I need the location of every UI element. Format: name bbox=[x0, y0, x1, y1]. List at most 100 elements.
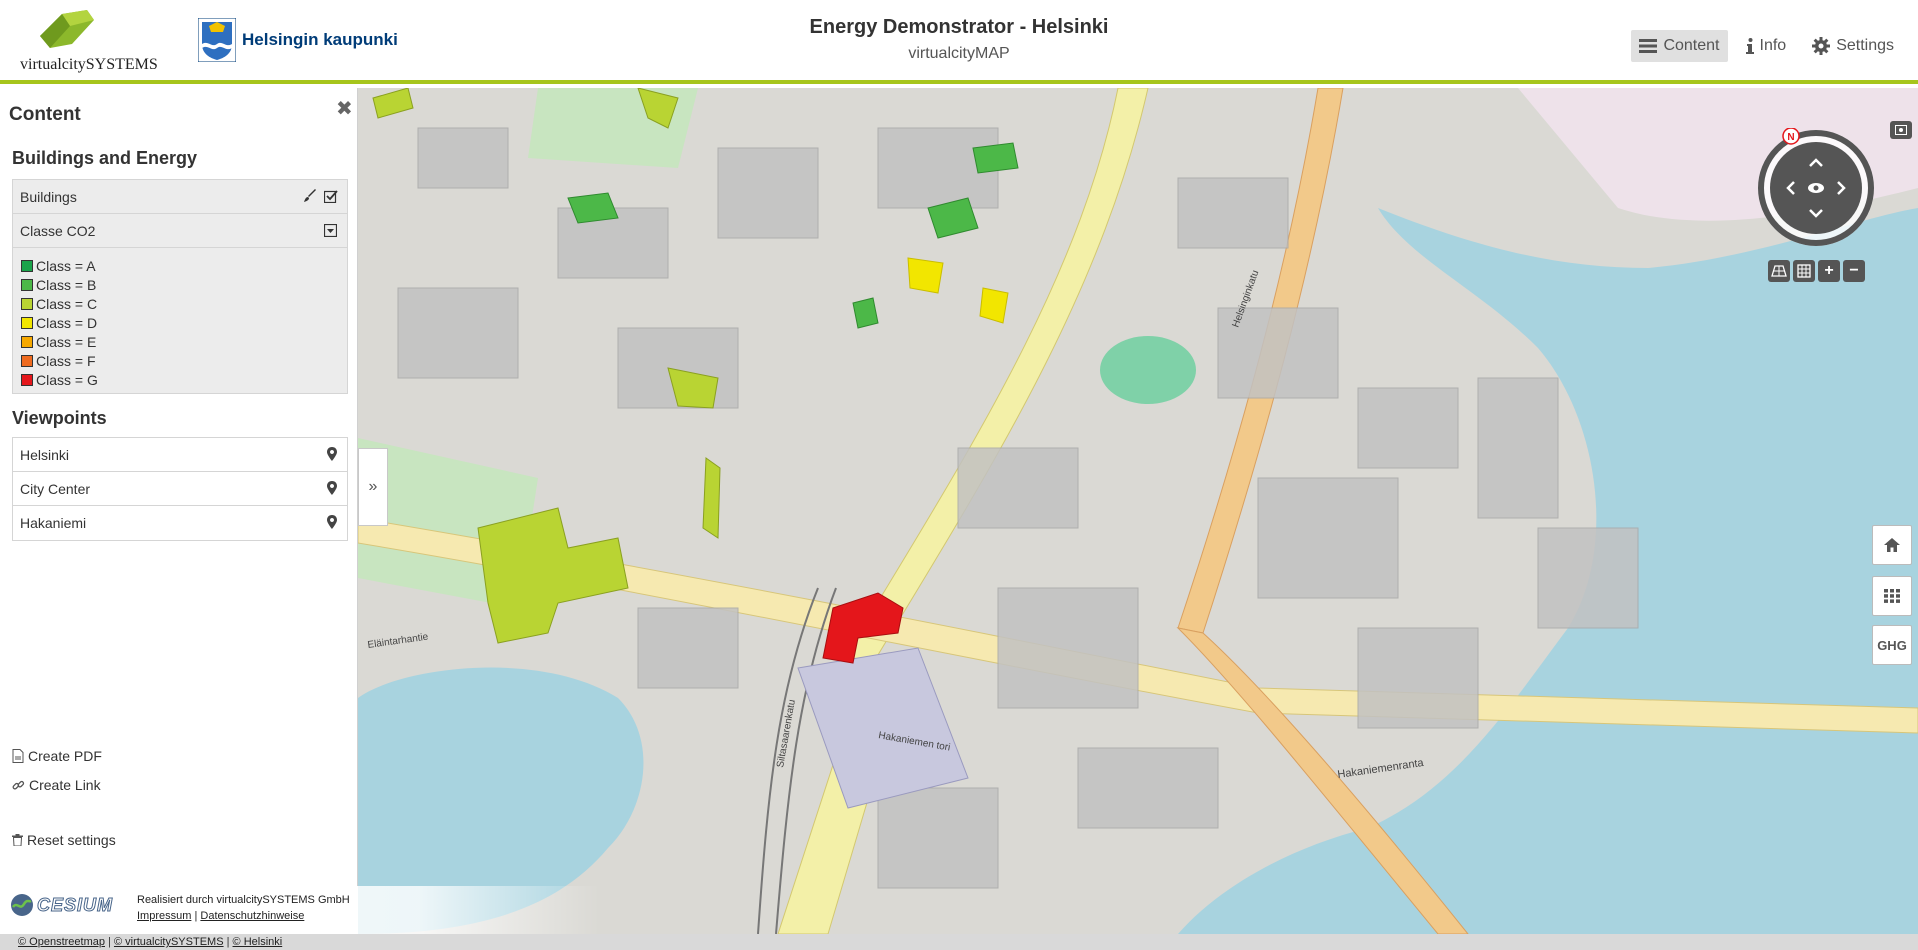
viewpoints-section-heading: Viewpoints bbox=[12, 408, 107, 428]
logo-text: virtualcitySYSTEMS bbox=[20, 56, 158, 73]
legend-item: Class = B bbox=[21, 275, 347, 294]
brush-icon[interactable] bbox=[303, 189, 317, 203]
viewpoint-label: Hakaniemi bbox=[20, 515, 87, 531]
legend-label: Class = E bbox=[36, 333, 97, 350]
perspective-toggle-button[interactable] bbox=[1768, 260, 1790, 282]
virtualcitysystems-attribution[interactable]: © virtualcitySYSTEMS bbox=[114, 936, 224, 948]
legend-item: Class = G bbox=[21, 370, 347, 389]
map-pin-icon bbox=[327, 515, 337, 529]
trash-icon bbox=[12, 834, 23, 846]
reset-settings-label: Reset settings bbox=[27, 832, 116, 848]
link-icon bbox=[12, 780, 25, 790]
legend-label: Class = B bbox=[36, 276, 97, 293]
legend-label: Class = C bbox=[36, 295, 98, 312]
reset-settings-button[interactable]: Reset settings bbox=[12, 832, 116, 848]
helsinki-attribution[interactable]: © Helsinki bbox=[233, 936, 283, 948]
legend-swatch bbox=[21, 354, 33, 367]
zoom-in-button[interactable]: + bbox=[1818, 260, 1840, 282]
legend-swatch bbox=[21, 297, 33, 310]
helsinki-logo: Helsingin kaupunki bbox=[198, 17, 398, 63]
grid-icon bbox=[1797, 264, 1811, 278]
style-selector-row[interactable]: Classe CO2 bbox=[13, 214, 347, 248]
attribution-bar: © Openstreetmap | © virtualcitySYSTEMS |… bbox=[0, 934, 1918, 950]
map-3d-view[interactable]: Hakaniemen tori Siltasaarenkatu Hakaniem… bbox=[358, 88, 1918, 934]
create-link-label: Create Link bbox=[29, 777, 101, 793]
credit-line: Realisiert durch virtualcitySYSTEMS GmbH bbox=[137, 894, 350, 906]
overview-toggle-button[interactable] bbox=[1890, 121, 1912, 139]
buildings-layer-box: Buildings Classe CO2 Class = A Class = BC… bbox=[12, 179, 348, 394]
map-pin-icon bbox=[327, 447, 337, 461]
buildings-layer-row[interactable]: Buildings bbox=[13, 180, 347, 214]
info-button[interactable]: Info bbox=[1738, 30, 1795, 62]
viewpoint-item[interactable]: Helsinki bbox=[13, 438, 347, 472]
create-pdf-label: Create PDF bbox=[28, 748, 102, 764]
viewpoint-label: City Center bbox=[20, 480, 91, 497]
openstreetmap-attribution[interactable]: © Openstreetmap bbox=[18, 936, 105, 948]
viewpoint-item[interactable]: City Center bbox=[13, 472, 347, 506]
content-panel: Content ✖ Buildings and Energy Buildings… bbox=[0, 88, 358, 886]
gear-icon bbox=[1812, 37, 1831, 55]
info-button-label: Info bbox=[1759, 37, 1787, 54]
legend-item: Class = F bbox=[21, 351, 347, 370]
legend-item: Class = C bbox=[21, 294, 347, 313]
minimap-icon bbox=[1895, 125, 1907, 135]
list-icon bbox=[1639, 39, 1658, 53]
content-button[interactable]: Content bbox=[1631, 30, 1728, 62]
layer-grid-button[interactable] bbox=[1872, 576, 1912, 616]
legend-swatch bbox=[21, 259, 33, 272]
legend-item: Class = E bbox=[21, 332, 347, 351]
buildings-section-heading: Buildings and Energy bbox=[12, 148, 198, 168]
panel-title: Content bbox=[9, 104, 81, 125]
grid-menu-icon bbox=[1884, 589, 1900, 603]
checkbox-checked-icon[interactable] bbox=[324, 189, 338, 203]
viewpoints-list: Helsinki City Center Hakaniemi bbox=[12, 437, 348, 541]
create-pdf-button[interactable]: Create PDF bbox=[12, 748, 102, 764]
legend-label: Class = G bbox=[36, 371, 98, 388]
content-button-label: Content bbox=[1663, 37, 1720, 54]
co2-legend: Class = A Class = B Class = C Class = D Clas… bbox=[13, 248, 347, 393]
sports-field bbox=[1100, 336, 1196, 404]
viewpoint-item[interactable]: Hakaniemi bbox=[13, 506, 347, 540]
legend-label: Class = D bbox=[36, 314, 98, 331]
legend-swatch bbox=[21, 335, 33, 348]
city-map-canvas[interactable]: Hakaniemen tori Siltasaarenkatu Hakaniem… bbox=[358, 88, 1918, 934]
legend-swatch bbox=[21, 373, 33, 386]
legend-label: Class = A bbox=[36, 257, 96, 274]
app-header: virtualcitySYSTEMS Helsingin kaupunki En… bbox=[0, 0, 1918, 84]
navigation-compass[interactable]: N bbox=[1756, 128, 1876, 248]
virtualcitysystems-logo-mark bbox=[40, 10, 94, 48]
credit-text-block: Realisiert durch virtualcitySYSTEMS GmbH… bbox=[137, 892, 350, 924]
home-view-button[interactable] bbox=[1872, 525, 1912, 565]
map-pin-icon bbox=[327, 481, 337, 495]
separator: | bbox=[108, 936, 111, 948]
settings-button[interactable]: Settings bbox=[1804, 30, 1902, 62]
legend-label: Class = F bbox=[36, 352, 96, 369]
cesium-wordmark: CESIUM bbox=[36, 894, 114, 915]
ghg-button[interactable]: GHG bbox=[1872, 625, 1912, 665]
buildings-layer-label: Buildings bbox=[20, 188, 77, 205]
cesium-logo[interactable]: CESIUM bbox=[10, 893, 113, 917]
grid-2d-button[interactable] bbox=[1793, 260, 1815, 282]
helsinki-shield-icon bbox=[198, 18, 236, 62]
impressum-link[interactable]: Impressum bbox=[137, 910, 191, 922]
map-tools: + − bbox=[1768, 260, 1865, 282]
home-icon bbox=[1884, 538, 1900, 552]
settings-button-label: Settings bbox=[1836, 37, 1894, 54]
close-panel-button[interactable]: ✖ bbox=[336, 96, 353, 121]
dropdown-box-icon[interactable] bbox=[324, 224, 337, 237]
create-link-button[interactable]: Create Link bbox=[12, 777, 101, 793]
zoom-out-button[interactable]: − bbox=[1843, 260, 1865, 282]
city-name: Helsingin kaupunki bbox=[242, 30, 398, 49]
top-nav: Content Info Settings bbox=[1631, 30, 1902, 62]
legend-swatch bbox=[21, 278, 33, 291]
expand-panel-button[interactable]: » bbox=[358, 448, 388, 526]
legend-item: Class = A bbox=[21, 256, 347, 275]
datenschutz-link[interactable]: Datenschutzhinweise bbox=[200, 910, 304, 922]
cesium-globe-icon bbox=[11, 894, 33, 916]
viewpoint-label: Helsinki bbox=[20, 446, 70, 463]
style-selector-label: Classe CO2 bbox=[20, 222, 96, 239]
perspective-icon bbox=[1771, 265, 1787, 277]
info-icon bbox=[1745, 38, 1754, 54]
north-label: N bbox=[1787, 132, 1794, 143]
legend-item: Class = D bbox=[21, 313, 347, 332]
